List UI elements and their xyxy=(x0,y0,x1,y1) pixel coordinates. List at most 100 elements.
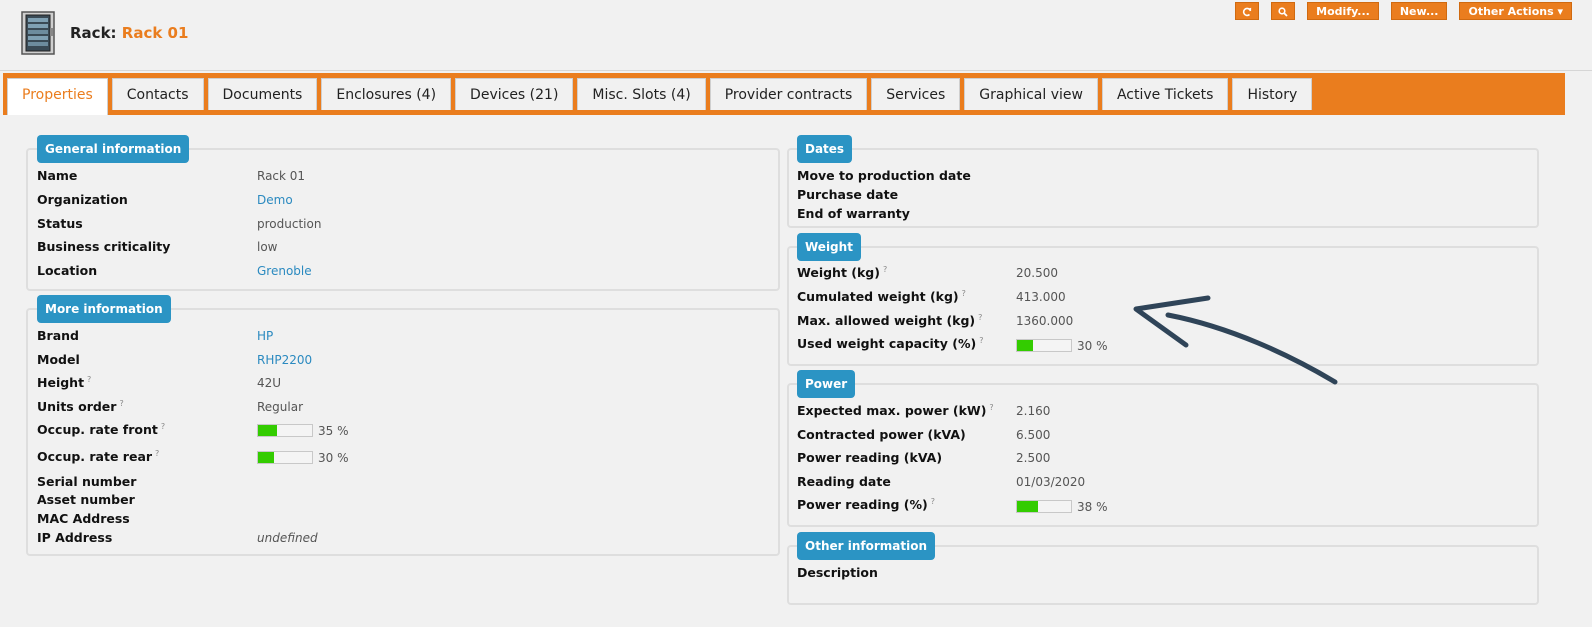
field-label: Max. allowed weight (kg) xyxy=(797,313,976,329)
annotation-arrow-icon xyxy=(1133,295,1338,385)
progress-percent: 35 % xyxy=(318,423,349,438)
field-label: Brand xyxy=(37,328,79,343)
field-max-allowed-weight: Max. allowed weight (kg)? xyxy=(797,313,982,328)
field-label: MAC Address xyxy=(37,511,130,526)
weight-value: 20.500 xyxy=(1016,266,1058,280)
field-label: End of warranty xyxy=(797,206,910,221)
field-units-order: Units order? xyxy=(37,399,124,414)
cumulated-weight-value: 413.000 xyxy=(1016,290,1066,304)
field-label: Units order xyxy=(37,399,117,415)
organization-link[interactable]: Demo xyxy=(257,193,293,207)
help-icon[interactable]: ? xyxy=(119,399,123,408)
field-label: Power reading (kVA) xyxy=(797,450,943,465)
field-label: Serial number xyxy=(37,474,137,489)
search-icon xyxy=(1278,7,1288,17)
field-name: Name xyxy=(37,168,77,183)
field-occup-rate-front: Occup. rate front? xyxy=(37,422,165,437)
title-rack-name: Rack 01 xyxy=(121,24,189,42)
field-label: Name xyxy=(37,168,78,183)
field-model: Model xyxy=(37,352,80,367)
units-order-value: Regular xyxy=(257,400,304,414)
tab-provider-contracts[interactable]: Provider contracts xyxy=(709,78,868,110)
field-weight: Weight (kg)? xyxy=(797,265,887,280)
progress-bar xyxy=(257,451,313,464)
refresh-button[interactable] xyxy=(1235,2,1260,20)
location-link[interactable]: Grenoble xyxy=(257,264,312,278)
progress-fill xyxy=(1017,340,1034,351)
modify-button[interactable]: Modify... xyxy=(1307,2,1379,20)
status-value: production xyxy=(257,217,322,231)
field-label: Reading date xyxy=(797,474,891,489)
help-icon[interactable]: ? xyxy=(155,449,159,458)
help-icon[interactable]: ? xyxy=(87,375,91,384)
tab-history[interactable]: History xyxy=(1232,78,1313,110)
page-title: Rack: Rack 01 xyxy=(70,24,188,42)
tab-bar: Properties Contacts Documents Enclosures… xyxy=(3,73,1565,115)
field-location: Location xyxy=(37,263,97,278)
field-occup-rate-rear: Occup. rate rear? xyxy=(37,449,159,464)
field-brand: Brand xyxy=(37,328,79,343)
field-label: Power reading (%) xyxy=(797,497,928,513)
field-label: Contracted power (kVA) xyxy=(797,427,966,442)
weight-legend: Weight xyxy=(797,233,861,261)
field-move-to-production-date: Move to production date xyxy=(797,168,971,183)
tab-enclosures[interactable]: Enclosures (4) xyxy=(321,78,452,110)
model-link[interactable]: RHP2200 xyxy=(257,353,312,367)
field-expected-max-power: Expected max. power (kW)? xyxy=(797,403,994,418)
progress-bar xyxy=(1016,500,1072,513)
help-icon[interactable]: ? xyxy=(161,422,165,431)
brand-link[interactable]: HP xyxy=(257,329,273,343)
power-reading-gauge: 38 % xyxy=(1016,498,1108,514)
field-status: Status xyxy=(37,216,83,231)
field-label: Business criticality xyxy=(37,239,171,254)
occup-rate-front-gauge: 35 % xyxy=(257,422,349,438)
other-information-legend: Other information xyxy=(797,532,935,560)
other-actions-button[interactable]: Other Actions ▾ xyxy=(1459,2,1572,20)
used-weight-capacity-gauge: 30 % xyxy=(1016,337,1108,353)
progress-percent: 38 % xyxy=(1077,499,1108,514)
field-cumulated-weight: Cumulated weight (kg)? xyxy=(797,289,966,304)
field-label: Description xyxy=(797,565,878,580)
dates-legend: Dates xyxy=(797,135,853,163)
power-legend: Power xyxy=(797,370,856,398)
tab-properties[interactable]: Properties xyxy=(7,78,108,115)
field-label: Height xyxy=(37,375,85,391)
ip-address-value: undefined xyxy=(257,531,318,545)
field-mac-address: MAC Address xyxy=(37,511,130,526)
general-information-section xyxy=(26,148,780,291)
tab-misc-slots[interactable]: Misc. Slots (4) xyxy=(577,78,706,110)
field-label: Used weight capacity (%) xyxy=(797,336,977,352)
progress-fill xyxy=(1017,501,1038,512)
search-button[interactable] xyxy=(1271,2,1296,20)
action-toolbar: Modify... New... Other Actions ▾ xyxy=(1235,2,1572,20)
reading-date-value: 01/03/2020 xyxy=(1016,475,1086,489)
progress-fill xyxy=(258,452,275,463)
help-icon[interactable]: ? xyxy=(978,313,982,322)
new-button[interactable]: New... xyxy=(1390,2,1448,20)
tab-contacts[interactable]: Contacts xyxy=(111,78,204,110)
field-contracted-power: Contracted power (kVA) xyxy=(797,427,966,442)
help-icon[interactable]: ? xyxy=(979,336,983,345)
field-ip-address: IP Address xyxy=(37,530,112,545)
tab-documents[interactable]: Documents xyxy=(207,78,318,110)
tab-devices[interactable]: Devices (21) xyxy=(455,78,574,110)
progress-bar xyxy=(257,424,313,437)
field-reading-date: Reading date xyxy=(797,474,891,489)
help-icon[interactable]: ? xyxy=(931,497,935,506)
title-label: Rack: xyxy=(70,24,117,42)
help-icon[interactable]: ? xyxy=(962,289,966,298)
occup-rate-rear-gauge: 30 % xyxy=(257,449,349,465)
height-value: 42U xyxy=(257,376,282,390)
tab-services[interactable]: Services xyxy=(871,78,961,110)
field-label: Occup. rate rear xyxy=(37,449,153,465)
tab-active-tickets[interactable]: Active Tickets xyxy=(1101,78,1229,110)
field-used-weight-capacity: Used weight capacity (%)? xyxy=(797,336,983,351)
progress-percent: 30 % xyxy=(318,450,349,465)
help-icon[interactable]: ? xyxy=(989,403,993,412)
field-description: Description xyxy=(797,565,878,580)
power-reading-kva-value: 2.500 xyxy=(1016,451,1051,465)
field-name-value: Rack 01 xyxy=(257,169,306,183)
tab-graphical-view[interactable]: Graphical view xyxy=(964,78,1098,110)
rack-icon xyxy=(21,11,55,55)
help-icon[interactable]: ? xyxy=(883,265,887,274)
